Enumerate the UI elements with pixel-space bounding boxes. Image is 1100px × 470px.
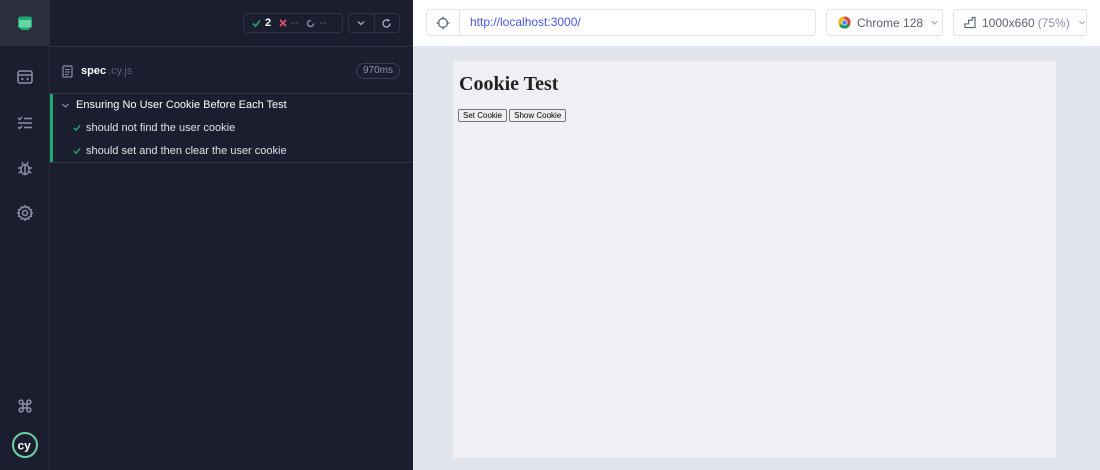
preview-toolbar: http://localhost:3000/ Chrome 128 1000x6…: [413, 0, 1100, 47]
refresh-icon: [382, 18, 391, 28]
chevron-down-icon: [357, 21, 365, 26]
selector-playground-button[interactable]: [427, 10, 460, 35]
viewport-icon: [964, 16, 976, 29]
viewport-size: 1000x660: [981, 15, 1035, 30]
check-icon: [252, 19, 261, 27]
passed-stat: 2: [252, 17, 271, 29]
set-cookie-button[interactable]: Set Cookie: [458, 109, 508, 122]
debug-icon: [17, 161, 32, 176]
debug-nav-button[interactable]: [0, 153, 49, 183]
pending-count: --: [319, 17, 327, 29]
url-bar: http://localhost:3000/: [426, 9, 816, 36]
settings-nav-button[interactable]: [0, 198, 49, 228]
browser-selector[interactable]: Chrome 128: [826, 9, 943, 36]
test-title: should set and then clear the user cooki…: [86, 145, 287, 157]
cypress-logo-icon: cy: [11, 432, 38, 458]
divider: [50, 162, 413, 163]
test-suite: Ensuring No User Cookie Before Each Test…: [50, 94, 413, 162]
spec-duration-badge: 970ms: [355, 63, 400, 79]
test-title: should not find the user cookie: [86, 122, 236, 134]
cypress-project-icon: [17, 16, 32, 30]
pending-icon: [307, 19, 315, 27]
svg-text:cy: cy: [17, 439, 31, 453]
settings-icon: [16, 204, 33, 222]
document-icon: [62, 64, 73, 78]
test-item[interactable]: should set and then clear the user cooki…: [73, 145, 287, 157]
divider: [50, 46, 413, 47]
suite-header[interactable]: Ensuring No User Cookie Before Each Test: [61, 99, 287, 111]
spec-extension: .cy.js: [108, 65, 133, 77]
application-under-test-frame: Cookie Test Set Cookie Show Cookie: [453, 61, 1056, 458]
close-icon: [279, 19, 287, 27]
chevron-down-icon: [931, 20, 938, 25]
viewport-info[interactable]: 1000x660 (75%): [953, 9, 1087, 36]
keyboard-shortcuts-button[interactable]: [0, 391, 49, 421]
passed-count: 2: [265, 17, 272, 29]
chevron-down-icon: [1078, 20, 1086, 25]
failed-count: --: [291, 17, 299, 29]
toggle-auto-scroll-button[interactable]: [349, 14, 374, 32]
check-icon: [73, 124, 81, 132]
runs-icon: [16, 116, 32, 130]
project-switcher[interactable]: [0, 0, 49, 46]
failed-stat: --: [279, 17, 298, 29]
check-icon: [73, 147, 81, 155]
viewport-scale: (75%): [1037, 15, 1070, 30]
spec-filename: spec: [81, 65, 107, 77]
url-text[interactable]: http://localhost:3000/: [460, 10, 581, 35]
specs-nav-button[interactable]: [0, 62, 49, 92]
rerun-tests-button[interactable]: [373, 14, 400, 32]
spec-header: spec .cy.js 970ms: [62, 62, 400, 80]
cookie-buttons: Set Cookie Show Cookie: [458, 109, 568, 122]
run-controls: [348, 13, 400, 33]
command-log-panel: 2 -- -- spec .cy.js 970ms Ensuring No Us…: [50, 0, 413, 470]
chevron-down-icon: [62, 103, 69, 108]
browser-name: Chrome 128: [857, 15, 924, 30]
left-sidebar: cy: [0, 0, 50, 470]
suite-title: Ensuring No User Cookie Before Each Test: [76, 99, 287, 111]
test-item[interactable]: should not find the user cookie: [73, 122, 235, 134]
pending-stat: --: [306, 17, 327, 29]
show-cookie-button[interactable]: Show Cookie: [509, 109, 567, 122]
chrome-icon: [838, 16, 851, 29]
runs-nav-button[interactable]: [0, 108, 49, 138]
crosshair-icon: [436, 16, 450, 29]
app-preview-pane: http://localhost:3000/ Chrome 128 1000x6…: [413, 0, 1100, 470]
keyboard-shortcuts-icon: [17, 399, 32, 413]
specs-icon: [16, 70, 33, 84]
page-title: Cookie Test: [459, 73, 559, 95]
test-stats: 2 -- --: [243, 13, 343, 33]
cypress-logo[interactable]: cy: [0, 428, 49, 462]
